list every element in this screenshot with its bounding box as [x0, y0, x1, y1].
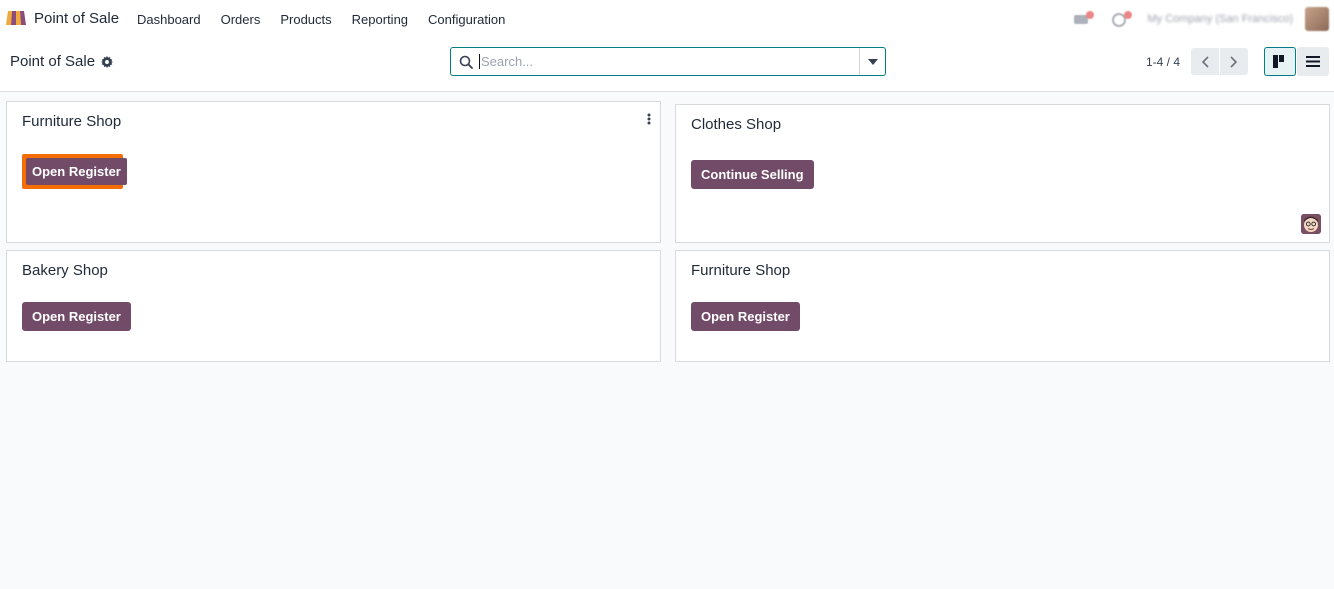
menu-item-products[interactable]: Products	[280, 12, 331, 27]
card-title: Furniture Shop	[691, 262, 791, 279]
app-name[interactable]: Point of Sale	[34, 10, 119, 27]
pos-card-bakery-shop: Bakery Shop Open Register	[6, 250, 661, 362]
breadcrumb: Point of Sale	[10, 53, 114, 70]
open-register-button[interactable]: Open Register	[691, 302, 800, 331]
card-title: Clothes Shop	[691, 116, 782, 133]
open-register-button[interactable]: Open Register	[26, 158, 127, 185]
more-options-icon[interactable]	[647, 112, 651, 125]
search-icon	[459, 55, 473, 69]
search-bar	[450, 47, 886, 76]
pager-previous-button[interactable]	[1191, 48, 1219, 75]
pager-next-button[interactable]	[1220, 48, 1248, 75]
top-navbar: Point of Sale Dashboard Orders Products …	[0, 0, 1334, 38]
kanban-icon	[1273, 55, 1284, 68]
search-input[interactable]	[479, 54, 849, 69]
continue-selling-button[interactable]: Continue Selling	[691, 160, 814, 189]
systray: My Company (San Francisco)	[1072, 6, 1329, 32]
open-register-button[interactable]: Open Register	[22, 302, 131, 331]
control-panel: Point of Sale 1-4 / 4	[0, 38, 1334, 92]
point-of-sale-app-icon[interactable]	[5, 10, 27, 26]
list-icon	[1306, 56, 1320, 67]
page-title: Point of Sale	[10, 53, 96, 70]
pager-value[interactable]: 1-4 / 4	[1146, 55, 1180, 69]
pos-card-furniture-shop: Furniture Shop Open Register	[6, 101, 661, 243]
messages-icon[interactable]	[1072, 11, 1096, 27]
caret-down-icon	[867, 58, 878, 65]
gear-icon[interactable]	[101, 55, 114, 68]
highlight-frame: Open Register	[22, 154, 127, 189]
search-options-toggle[interactable]	[859, 48, 885, 75]
pos-card-clothes-shop: Clothes Shop Continue Selling	[675, 104, 1330, 243]
kanban-view-button[interactable]	[1264, 47, 1296, 76]
chevron-right-icon	[1230, 55, 1238, 68]
company-switcher[interactable]: My Company (San Francisco)	[1148, 13, 1294, 25]
main-menu: Dashboard Orders Products Reporting Conf…	[137, 12, 525, 27]
menu-item-dashboard[interactable]: Dashboard	[137, 12, 201, 27]
card-title: Bakery Shop	[22, 262, 108, 279]
activity-icon[interactable]	[1110, 11, 1134, 27]
pos-card-furniture-shop-2: Furniture Shop Open Register	[675, 250, 1330, 362]
menu-item-configuration[interactable]: Configuration	[428, 12, 505, 27]
menu-item-reporting[interactable]: Reporting	[352, 12, 408, 27]
list-view-button[interactable]	[1297, 47, 1329, 76]
menu-item-orders[interactable]: Orders	[221, 12, 261, 27]
chevron-left-icon	[1201, 55, 1209, 68]
card-title: Furniture Shop	[22, 113, 122, 130]
user-avatar	[1301, 214, 1321, 234]
user-avatar[interactable]	[1305, 7, 1329, 31]
